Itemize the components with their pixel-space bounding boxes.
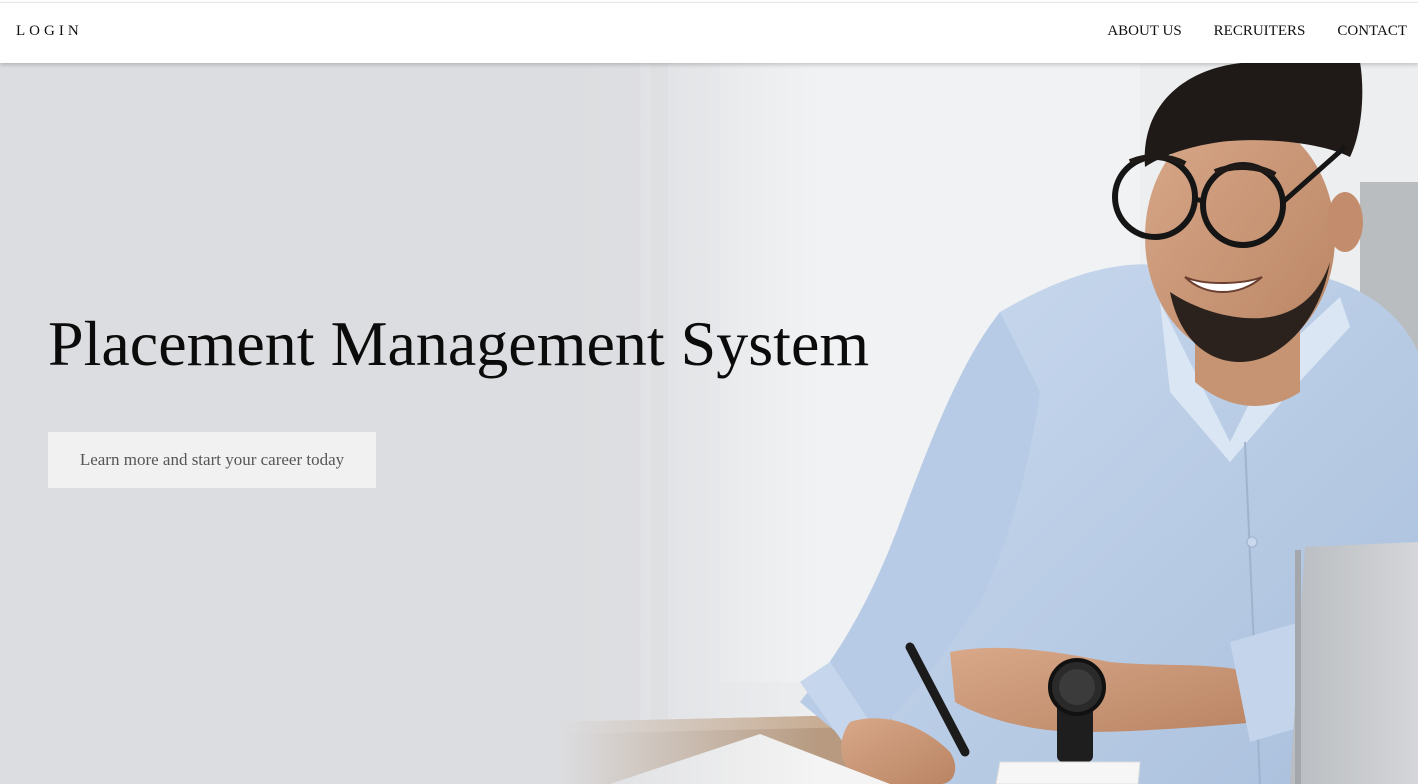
- learn-more-button[interactable]: Learn more and start your career today: [48, 432, 376, 488]
- nav-links: ABOUT US RECRUITERS CONTACT: [1107, 23, 1407, 40]
- page: LOGIN ABOUT US RECRUITERS CONTACT Placem…: [0, 0, 1418, 784]
- nav-link-contact[interactable]: CONTACT: [1337, 23, 1407, 40]
- nav-link-recruiters[interactable]: RECRUITERS: [1214, 23, 1306, 40]
- page-title: Placement Management System: [48, 308, 870, 379]
- hero-image: [0, 62, 1418, 784]
- login-link[interactable]: LOGIN: [16, 23, 83, 40]
- nav-link-about-us[interactable]: ABOUT US: [1107, 23, 1181, 40]
- top-navbar: LOGIN ABOUT US RECRUITERS CONTACT: [0, 2, 1418, 63]
- hero-section: Placement Management System Learn more a…: [0, 62, 1418, 784]
